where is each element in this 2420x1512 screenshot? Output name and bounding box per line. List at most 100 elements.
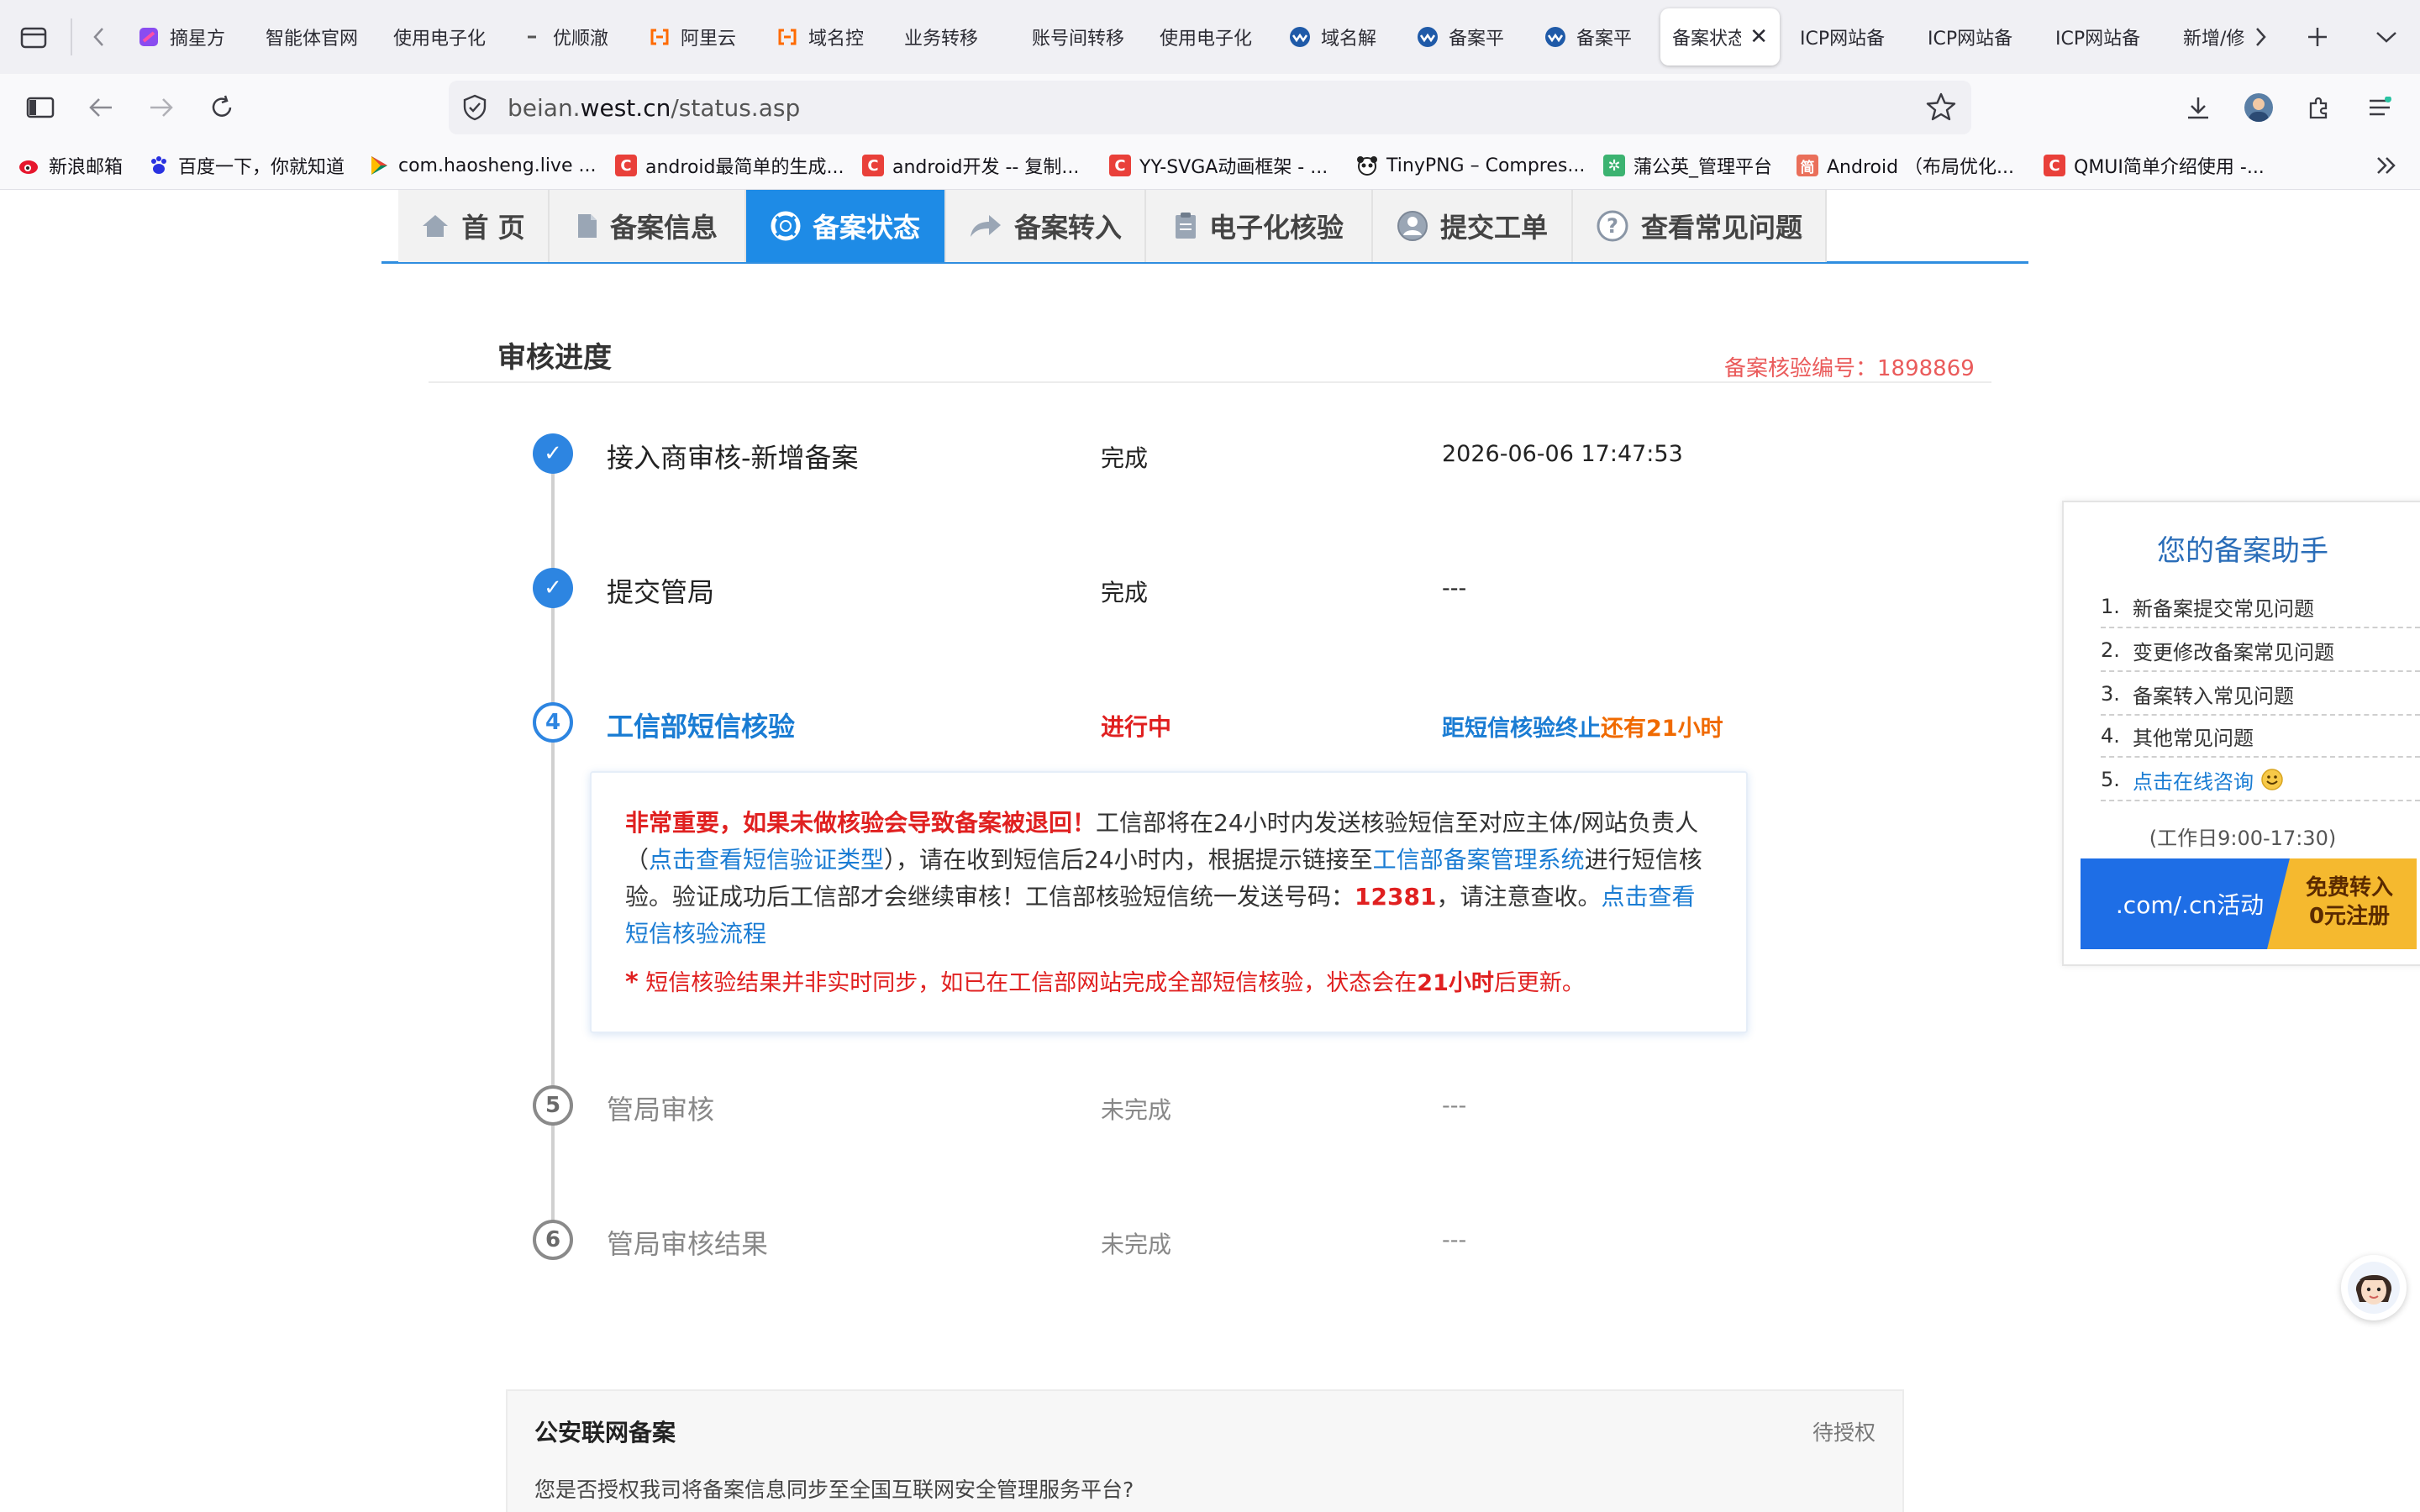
notice-paragraph: 非常重要，如果未做核验会导致备案被退回！工信部将在24小时内发送核验短信至对应主… [625, 809, 1702, 948]
chevron-down-icon [2376, 32, 2396, 43]
tabs-scroll-right-button[interactable] [2245, 20, 2275, 54]
close-tab-icon[interactable]: ✕ [1749, 24, 1768, 50]
browser-tab[interactable]: ICP网站备 [2047, 8, 2165, 66]
work-hours: (工作日9:00-17:30) [2149, 827, 2337, 850]
baidu-paw-icon [148, 155, 170, 176]
nav-home[interactable]: 首 页 [398, 190, 550, 262]
browser-tab[interactable]: ICP网站备 [1919, 8, 2037, 66]
browser-tab[interactable]: 摘星方 [129, 8, 247, 66]
bookmark-item[interactable]: TinyPNG – Compres... [1356, 150, 1585, 181]
nav-submit-ticket[interactable]: 提交工单 [1373, 190, 1573, 262]
bookmark-item[interactable]: com.haosheng.live ... [368, 150, 596, 181]
google-play-icon [368, 155, 390, 176]
bookmark-item[interactable]: 百度一下，你就知道 [148, 150, 345, 181]
promo-left-text: .com/.cn活动 [2115, 891, 2265, 919]
nav-e-verify[interactable]: 电子化核验 [1146, 190, 1373, 262]
customer-service-avatar[interactable] [2341, 1255, 2407, 1320]
new-tab-button[interactable] [2299, 20, 2336, 54]
step-name-current: 工信部短信核验 [607, 711, 796, 743]
bookmark-item[interactable]: 简 Android （布局优化... [1797, 150, 2014, 181]
promo-banner[interactable]: .com/.cn活动 免费转入 0元注册 [2081, 858, 2417, 949]
browser-tab[interactable]: 域名解 [1281, 8, 1398, 66]
menu-button[interactable] [2361, 91, 2398, 124]
browser-tab[interactable]: 备案平 [1536, 8, 1654, 66]
csdn-icon: C [1109, 155, 1131, 176]
tab-overview-button[interactable] [15, 20, 52, 54]
reload-button[interactable] [203, 91, 240, 124]
assistant-link[interactable]: 4. 其他常见问题 [2101, 716, 2420, 758]
miit-system-link[interactable]: 工信部备案管理系统 [1373, 846, 1585, 874]
more-bookmarks-button[interactable] [2370, 150, 2403, 181]
browser-tab[interactable]: 优顺澈 [513, 8, 630, 66]
step-status-current: 进行中 [1101, 713, 1172, 741]
bookmark-item[interactable]: C QMUI简单介绍使用 -... [2044, 150, 2265, 181]
question-icon: ? [1596, 209, 1629, 243]
step-number-badge: 5 [533, 1085, 573, 1126]
arrow-right-icon [150, 98, 173, 117]
app-logo-icon [138, 26, 160, 48]
assistant-link[interactable]: 3. 备案转入常见问题 [2101, 674, 2420, 716]
plus-icon [2308, 28, 2327, 46]
bookmark-item[interactable]: Candroid开发 -- 复制... [862, 150, 1079, 181]
assistant-link[interactable]: 2. 变更修改备案常见问题 [2101, 630, 2420, 672]
police-authorize-question: 您是否授权我司将备案信息同步至全国互联网安全管理服务平台? [534, 1478, 1134, 1502]
nav-filing-status[interactable]: 备案状态 [746, 190, 946, 262]
browser-tab[interactable]: 备案平 [1408, 8, 1526, 66]
double-chevron-right-icon [2377, 157, 2396, 174]
nav-filing-info[interactable]: 备案信息 [550, 190, 746, 262]
back-button[interactable] [82, 91, 119, 124]
bookmark-star-icon[interactable] [1926, 92, 1956, 127]
browser-tab[interactable]: 账号间转移 [1023, 8, 1150, 66]
browser-tab[interactable]: 使用电子化 [1151, 8, 1269, 66]
forward-button[interactable] [143, 91, 180, 124]
browser-tab[interactable]: ICP网站备 [1791, 8, 1909, 66]
step-time: --- [1442, 575, 1467, 601]
step-number-badge: 4 [533, 702, 573, 743]
bookmark-item[interactable]: 新浪邮箱 [18, 150, 123, 181]
page-title: 审核进度 [497, 341, 612, 375]
bookmark-item[interactable]: C YY-SVGA动画框架 - ... [1109, 150, 1328, 181]
police-filing-status: 待授权 [1812, 1420, 1876, 1445]
browser-tab[interactable]: 阿里云 [640, 8, 758, 66]
sidebar-toggle-button[interactable] [22, 91, 59, 124]
police-filing-title: 公安联网备案 [534, 1419, 676, 1446]
sms-type-link[interactable]: 点击查看短信验证类型 [649, 846, 884, 874]
assistant-link[interactable]: 1. 新备案提交常见问题 [2101, 586, 2420, 628]
user-icon [1397, 210, 1428, 242]
shield-icon[interactable] [462, 94, 487, 127]
browser-tab[interactable]: 智能体官网 [257, 8, 375, 66]
puzzle-icon [2309, 97, 2328, 119]
filing-assistant-panel: 您的备案助手 1. 新备案提交常见问题 2. 变更修改备案常见问题 3. 备案转入常见… [2062, 501, 2420, 966]
police-filing-card: 公安联网备案 待授权 您是否授权我司将备案信息同步至全国互联网安全管理服务平台? [506, 1389, 1904, 1512]
online-consult-link[interactable]: 5. 点击在线咨询 [2101, 759, 2420, 801]
navigation-toolbar: beian. west.cn/status.asp [0, 74, 2420, 141]
step-name: 管局审核 [607, 1094, 715, 1126]
list-all-tabs-button[interactable] [2368, 20, 2405, 54]
extensions-button[interactable] [2301, 91, 2338, 124]
tabs-scroll-left-button[interactable] [84, 20, 114, 54]
browser-tab-active[interactable]: 备案状态 ✕ [1660, 8, 1780, 66]
url-prefix: beian. [508, 93, 581, 122]
clipboard-icon [1174, 212, 1197, 240]
browser-tab[interactable]: 使用电子化 [385, 8, 502, 66]
step-name: 接入商审核-新增备案 [607, 442, 859, 474]
sidebar-icon [26, 97, 55, 118]
account-button[interactable] [2240, 89, 2277, 126]
browser-tab[interactable]: 业务转移 [896, 8, 1013, 66]
nav-filing-transfer[interactable]: 备案转入 [946, 190, 1146, 262]
bookmark-item[interactable]: Candroid最简单的生成... [615, 150, 844, 181]
downloads-button[interactable] [2180, 91, 2217, 124]
step-time: 2026-06-06 17:47:53 [1442, 441, 1683, 467]
download-icon [2188, 97, 2208, 119]
jianshu-icon: 简 [1797, 155, 1818, 176]
check-icon: ✓ [533, 433, 573, 474]
assistant-title: 您的备案助手 [2157, 534, 2328, 568]
weibo-icon [18, 155, 40, 176]
nav-faq[interactable]: ? 查看常见问题 [1573, 190, 1827, 262]
browser-tab[interactable]: 域名控 [768, 8, 886, 66]
bookmark-item[interactable]: ✲ 蒲公英_管理平台 [1603, 150, 1772, 181]
address-bar[interactable]: beian. west.cn/status.asp [449, 81, 1971, 134]
bookmarks-bar: 新浪邮箱 百度一下，你就知道 com.haosheng.live ... Can… [0, 141, 2420, 190]
step-status: 未完成 [1101, 1096, 1172, 1124]
smiley-icon [2260, 768, 2284, 791]
